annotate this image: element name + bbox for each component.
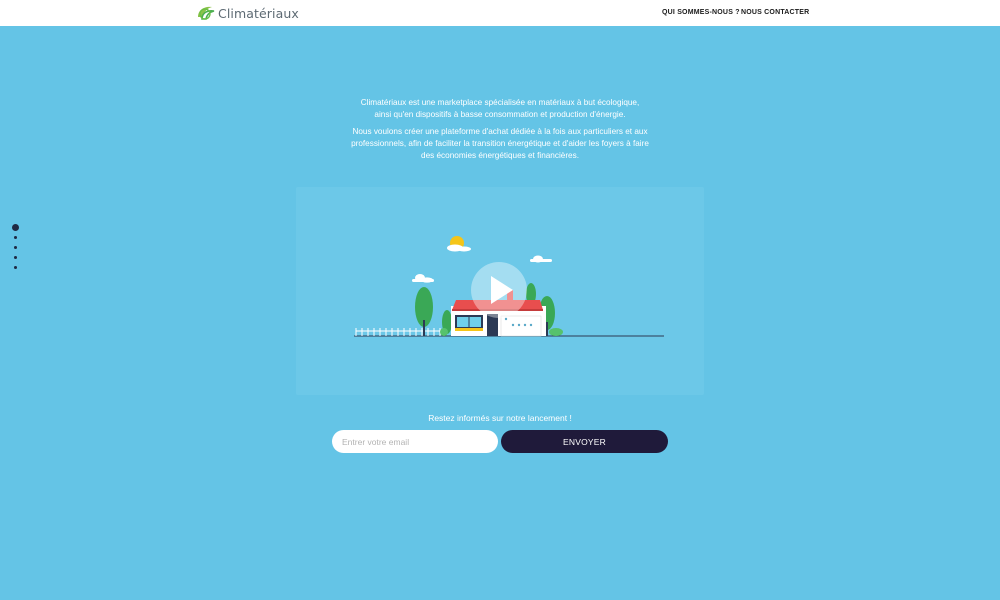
fence: [355, 328, 442, 336]
envoyer-button[interactable]: ENVOYER: [501, 430, 668, 453]
play-icon: [491, 276, 513, 304]
cloud-icon: [412, 274, 434, 283]
newsletter-title: Restez informés sur notre lancement !: [428, 413, 572, 423]
email-input[interactable]: [332, 430, 498, 453]
bush-icon: [440, 310, 452, 336]
cloud-icon: [447, 244, 471, 252]
play-button[interactable]: [471, 262, 527, 318]
bush-icon: [549, 328, 563, 336]
tree-icon: [415, 287, 433, 336]
cloud-icon: [530, 255, 552, 263]
